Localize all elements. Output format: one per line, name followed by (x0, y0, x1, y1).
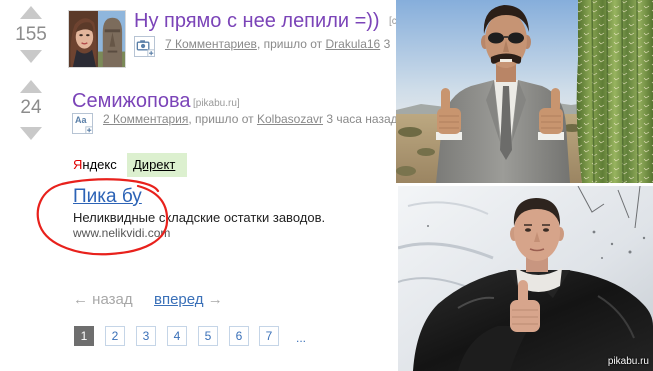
pager-next-link[interactable]: вперед (154, 291, 204, 308)
text-icon-glyph: Aa (75, 115, 87, 125)
ad-url[interactable]: www.nelikvidi.com (73, 226, 170, 240)
post-time: 3 (383, 37, 391, 51)
thumbnail-woman (69, 11, 98, 67)
direct-link[interactable]: Директ (133, 157, 175, 172)
pager-next: вперед → (154, 291, 223, 309)
yandex-logo[interactable]: Яндекс (73, 157, 117, 173)
author-link[interactable]: Drakula16 (326, 37, 381, 51)
post-meta: 7 Комментариев, пришло от Drakula16 3 (165, 37, 390, 52)
pager-ellipsis[interactable]: ... (296, 331, 306, 345)
post-meta: 2 Комментария, пришло от Kolbasozavr 3 ч… (103, 112, 396, 127)
photo-leather-jacket-man-thumbs-up (398, 186, 653, 371)
yandex-logo-rest: ндекс (82, 157, 117, 172)
text-plus-icon[interactable]: Aa (72, 113, 93, 134)
from-label: , пришло от (188, 112, 254, 126)
vote-down-icon[interactable] (20, 127, 42, 140)
page-link[interactable]: 6 (229, 326, 249, 346)
site-watermark: pikabu.ru (607, 356, 649, 367)
post-source: [c (389, 16, 396, 27)
vote-up-icon[interactable] (20, 80, 42, 93)
pager-prev: ← назад (73, 291, 133, 308)
page-link[interactable]: 5 (198, 326, 218, 346)
post-title[interactable]: Семижопова (72, 88, 190, 114)
thumbnail-image (69, 11, 125, 67)
comments-link[interactable]: 2 Комментария (103, 112, 188, 126)
photo-suit-man-thumbs-up (396, 0, 653, 183)
post-time: 3 часа назад (326, 112, 396, 126)
yandex-logo-first-letter: Я (73, 157, 83, 172)
from-label: , пришло от (256, 37, 323, 51)
page-link[interactable]: 2 (105, 326, 125, 346)
post-source: [pikabu.ru] (193, 98, 240, 109)
page-current: 1 (74, 326, 94, 346)
camera-plus-icon[interactable] (134, 36, 155, 58)
feed-panel: 155 Ну прямо с нее лепили =)) [c 7 Комме… (0, 0, 396, 371)
arrow-right-icon: → (207, 291, 223, 308)
comments-link[interactable]: 7 Комментариев (165, 37, 257, 51)
post-rating: 155 (15, 24, 47, 45)
post-title[interactable]: Ну прямо с нее лепили =)) (134, 8, 380, 34)
page-link[interactable]: 3 (136, 326, 156, 346)
direct-badge: Директ (127, 153, 187, 177)
page-link[interactable]: 4 (167, 326, 187, 346)
author-link[interactable]: Kolbasozavr (257, 112, 323, 126)
red-circle-annotation (36, 178, 169, 256)
post-rating: 24 (20, 97, 42, 118)
vote-down-icon[interactable] (20, 50, 42, 63)
ad-description: Неликвидные складские остатки заводов. (73, 210, 326, 225)
cactus (576, 0, 653, 183)
page-link[interactable]: 7 (259, 326, 279, 346)
ad-title-link[interactable]: Пика бу (73, 186, 142, 208)
post-thumbnail[interactable] (68, 10, 126, 68)
vote-up-icon[interactable] (20, 6, 42, 19)
thumbnail-moai (97, 11, 125, 67)
